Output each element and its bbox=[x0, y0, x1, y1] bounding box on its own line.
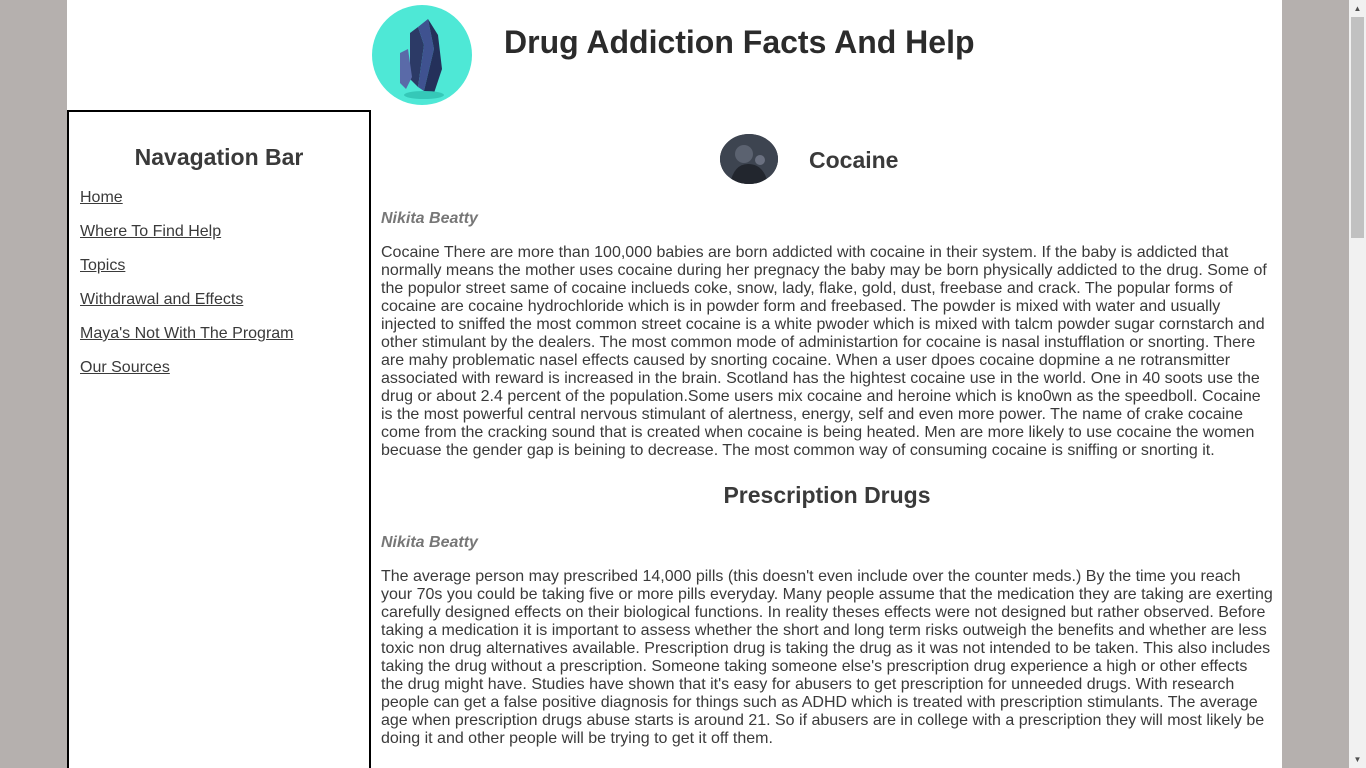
scrollbar-thumb[interactable] bbox=[1351, 17, 1364, 238]
nav-item-mayas-not-with-the-program: Maya's Not With The Program bbox=[80, 325, 294, 359]
author-name: Nikita Beatty bbox=[381, 210, 478, 227]
scroll-down-arrow-icon[interactable]: ▼ bbox=[1349, 751, 1366, 768]
nav-list: Home Where To Find Help Topics Withdrawa… bbox=[80, 189, 294, 393]
nav-item-home: Home bbox=[80, 189, 294, 223]
nav-item-topics: Topics bbox=[80, 257, 294, 291]
section-header: Prescription Drugs bbox=[381, 460, 1273, 534]
site-logo bbox=[372, 5, 472, 105]
nav-link-where-to-find-help[interactable]: Where To Find Help bbox=[80, 223, 221, 240]
nav-heading: Navagation Bar bbox=[134, 144, 304, 170]
main-content: Cocaine Nikita Beatty Cocaine There are … bbox=[381, 110, 1273, 748]
section-body: The average person may prescribed 14,000… bbox=[381, 568, 1273, 747]
cocaine-avatar bbox=[720, 134, 778, 184]
crystal-icon bbox=[400, 19, 444, 99]
section-cocaine: Cocaine Nikita Beatty Cocaine There are … bbox=[381, 110, 1273, 460]
section-title: Prescription Drugs bbox=[723, 482, 931, 508]
nav-link-our-sources[interactable]: Our Sources bbox=[80, 359, 170, 376]
person-photo-icon bbox=[720, 134, 778, 184]
nav-item-our-sources: Our Sources bbox=[80, 359, 294, 393]
section-prescription-drugs: Prescription Drugs Nikita Beatty The ave… bbox=[381, 460, 1273, 748]
nav-link-mayas-not-with-the-program[interactable]: Maya's Not With The Program bbox=[80, 325, 294, 342]
nav-link-topics[interactable]: Topics bbox=[80, 257, 125, 274]
author-name: Nikita Beatty bbox=[381, 534, 478, 551]
page: Drug Addiction Facts And Help Navagation… bbox=[67, 0, 1282, 768]
nav-item-where-to-find-help: Where To Find Help bbox=[80, 223, 294, 257]
site-title: Drug Addiction Facts And Help bbox=[504, 24, 975, 60]
section-header: Cocaine bbox=[381, 110, 1273, 210]
page-scrollbar[interactable]: ▲ ▼ bbox=[1349, 0, 1366, 768]
nav-link-withdrawal-and-effects[interactable]: Withdrawal and Effects bbox=[80, 291, 243, 308]
section-body: Cocaine There are more than 100,000 babi… bbox=[381, 244, 1267, 459]
navigation-sidebar: Navagation Bar Home Where To Find Help T… bbox=[67, 110, 371, 768]
scroll-up-arrow-icon[interactable]: ▲ bbox=[1349, 0, 1366, 17]
nav-item-withdrawal-and-effects: Withdrawal and Effects bbox=[80, 291, 294, 325]
nav-link-home[interactable]: Home bbox=[80, 189, 123, 206]
section-title: Cocaine bbox=[809, 147, 899, 173]
